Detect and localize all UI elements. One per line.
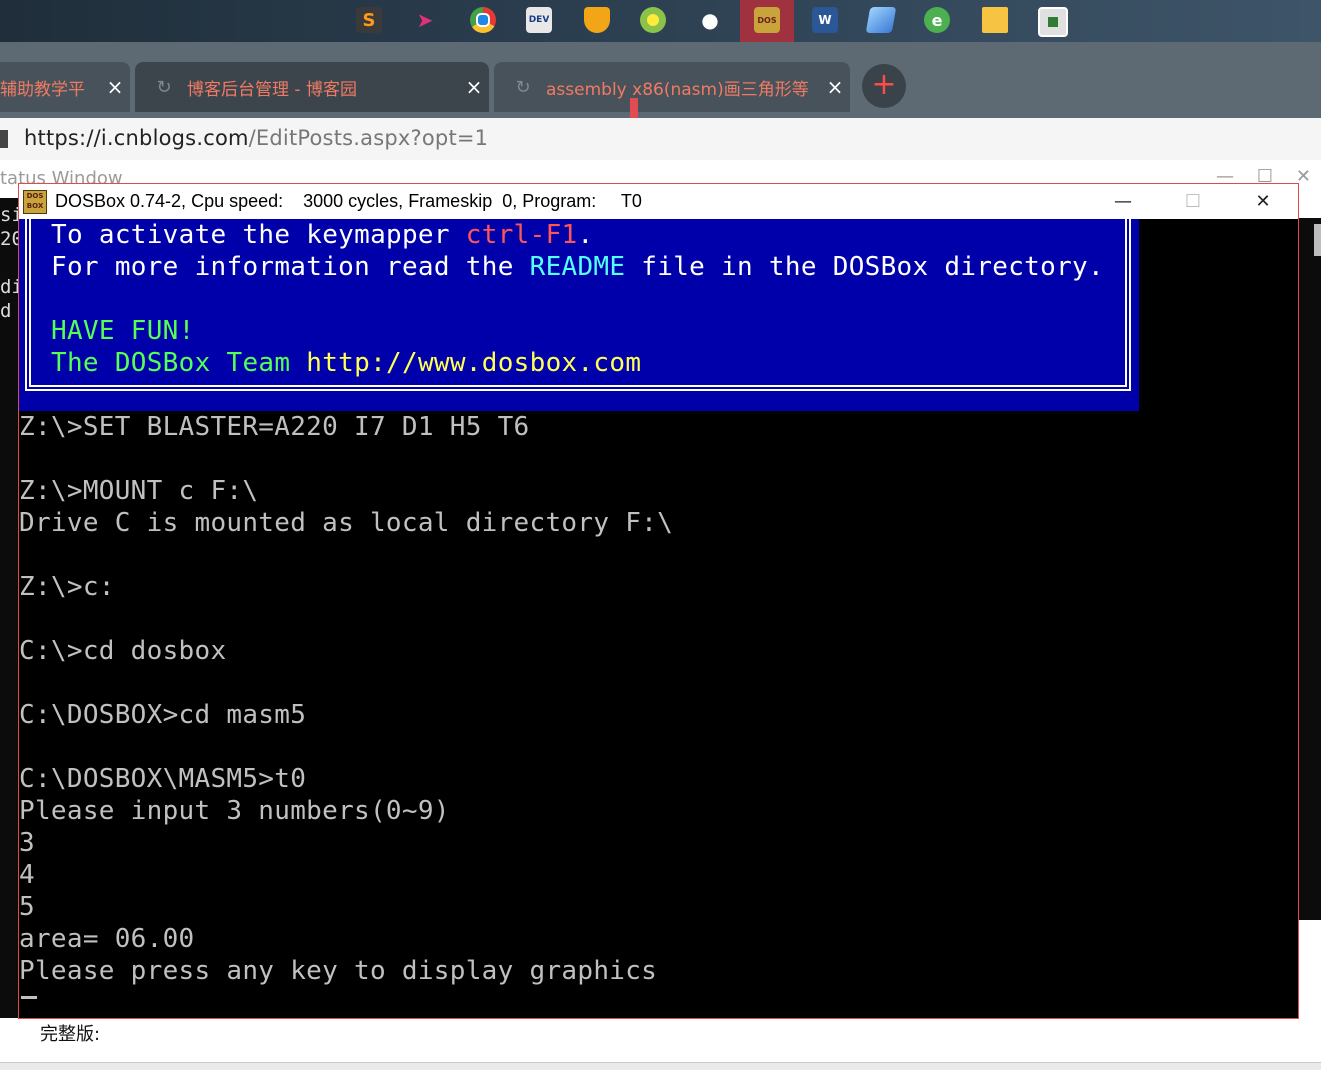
tab-close-icon[interactable]: × [820,75,850,99]
url-host: https://i.cnblogs.com [24,126,249,150]
tab-close-icon[interactable]: × [459,75,489,99]
console-line: Please press any key to display graphics [19,956,658,986]
green-app-icon[interactable] [640,7,666,33]
url-text[interactable]: https://i.cnblogs.com/EditPosts.aspx?opt… [24,126,488,150]
console-line: 4 [19,860,35,890]
tab-accent-marker [630,98,638,118]
url-path: /EditPosts.aspx?opt=1 [248,126,489,150]
window-controls: — ☐ ✕ [1088,184,1298,219]
chrome-icon[interactable] [470,7,496,33]
tab-title: assembly x86(nasm)画三角形等 [546,79,809,100]
dosbox-window-title: DOSBox 0.74-2, Cpu speed: 3000 cycles, F… [55,191,642,211]
new-tab-button[interactable]: + [862,64,906,108]
text-cursor [21,996,37,999]
console-line: Z:\>MOUNT c F:\ [19,476,259,506]
dosbox-titlebar[interactable]: DOS BOX DOSBox 0.74-2, Cpu speed: 3000 c… [19,184,1298,219]
console-line: area= 06.00 [19,924,195,954]
status-console-line: d [0,300,12,322]
console-line: C:\DOSBOX\MASM5>t0 [19,764,307,794]
tab-close-icon[interactable]: × [100,75,130,99]
ie-icon[interactable]: e [924,7,950,33]
address-bar[interactable]: https://i.cnblogs.com/EditPosts.aspx?opt… [0,118,1321,161]
close-button[interactable]: ✕ [1228,184,1298,219]
shield-icon[interactable] [584,7,610,33]
tab-blog-admin[interactable]: ↻ 博客后台管理 - 博客园 × [135,62,489,112]
document-text: 完整版: [40,1024,101,1045]
console-line: Please input 3 numbers(0~9) [19,796,450,826]
console-line: 3 [19,828,35,858]
word-icon[interactable]: W [812,7,838,33]
banner-line-have-fun: HAVE FUN! [51,316,195,346]
tab-assembly-post[interactable]: ↻ assembly x86(nasm)画三角形等 × [494,62,850,112]
banner-line-keymapper: To activate the keymapper ctrl-F1. [51,220,594,250]
status-console-right-edge [1299,218,1321,920]
tab-title: 博客后台管理 - 博客园 [187,79,357,100]
welcome-banner: To activate the keymapper ctrl-F1. For m… [19,219,1139,411]
paper-plane-icon[interactable]: ➤ [412,7,438,33]
dosbox-screen[interactable]: To activate the keymapper ctrl-F1. For m… [19,219,1298,1018]
folder-icon[interactable] [982,7,1008,33]
taskbar: S ➤ DEV ● DOS W e [0,0,1321,42]
sublime-icon[interactable]: S [356,7,382,33]
blog-favicon-icon: ↻ [156,76,172,98]
dev-cpp-icon[interactable]: DEV [526,7,552,33]
console-line: Z:\>SET BLASTER=A220 I7 D1 H5 T6 [19,412,530,442]
screen-icon[interactable] [1038,7,1068,37]
maximize-button[interactable]: ☐ [1158,184,1228,219]
banner-line-team: The DOSBox Team http://www.dosbox.com [51,348,642,378]
tab-title: 辅助教学平 [0,79,85,100]
console-line: Z:\>c: [19,572,115,602]
banner-line-readme: For more information read the README fil… [51,252,1104,282]
console-line: Drive C is mounted as local directory F:… [19,508,674,538]
lock-icon [0,130,8,148]
console-line: C:\DOSBOX>cd masm5 [19,700,307,730]
tab-teaching[interactable]: 辅助教学平 × [0,62,130,112]
console-line: C:\>cd dosbox [19,636,227,666]
dosbox-window[interactable]: DOS BOX DOSBox 0.74-2, Cpu speed: 3000 c… [18,183,1299,1019]
notepad-icon[interactable] [865,7,897,33]
dosbox-icon[interactable]: DOS [754,7,780,33]
browser-tab-strip: 辅助教学平 × ↻ 博客后台管理 - 博客园 × ↻ assembly x86(… [0,42,1321,118]
status-scrollbar-thumb[interactable] [1314,224,1321,256]
minimize-button[interactable]: — [1088,184,1158,219]
qq-penguin-icon[interactable]: ● [697,7,723,33]
dosbox-logo-icon: DOS BOX [23,189,47,214]
console-line: 5 [19,892,35,922]
blog-favicon-icon: ↻ [515,76,531,98]
